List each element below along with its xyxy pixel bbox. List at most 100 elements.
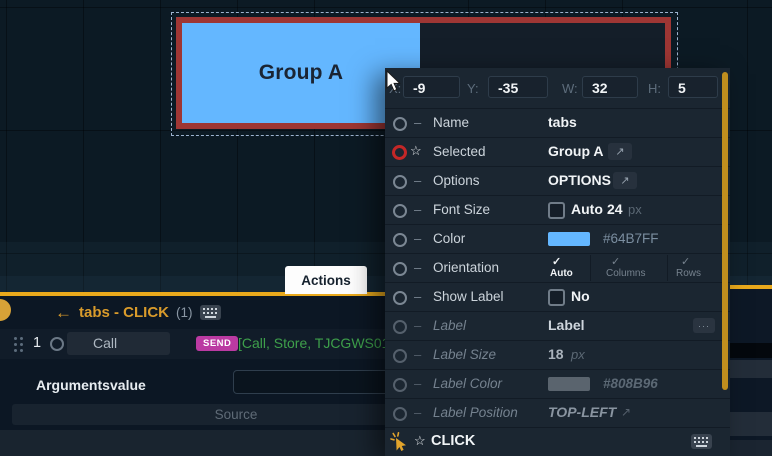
star-icon[interactable]: ☆ <box>414 433 426 449</box>
row-label: Color <box>433 231 465 246</box>
dash-icon: – <box>414 231 421 246</box>
row-selected[interactable]: ☆ Selected Group A ↗ <box>385 137 730 166</box>
grid-line <box>0 7 772 8</box>
step-radio-icon[interactable] <box>50 337 64 351</box>
binding-ring-icon[interactable] <box>393 117 407 131</box>
background-row <box>730 412 772 436</box>
binding-ring-icon[interactable] <box>393 291 407 305</box>
action-type-button[interactable]: Call <box>67 332 170 355</box>
binding-ring-icon[interactable] <box>393 233 407 247</box>
dash-icon: – <box>414 376 421 391</box>
show-label-value: No <box>571 288 590 304</box>
y-label: Y: <box>467 81 479 96</box>
label-position-value[interactable]: TOP-LEFT <box>548 404 616 420</box>
row-label: Label <box>433 318 466 333</box>
link-arrow-icon: ↗ <box>621 405 631 419</box>
show-label-checkbox[interactable] <box>548 289 565 306</box>
row-show-label[interactable]: – Show Label No <box>385 282 730 311</box>
row-label: Options <box>433 173 480 188</box>
click-pointer-icon <box>389 431 409 456</box>
dash-icon: – <box>414 318 421 333</box>
row-color[interactable]: – Color #64B7FF <box>385 224 730 253</box>
app-screen: Group A Actions ← tabs - CLICK (1) 1 Cal… <box>0 0 772 456</box>
color-swatch[interactable] <box>548 232 590 246</box>
row-label-text[interactable]: – Label Label ··· <box>385 311 730 340</box>
auto-checkbox[interactable] <box>548 202 565 219</box>
label-color-swatch[interactable] <box>548 377 590 391</box>
right-edge-strip <box>730 285 772 456</box>
row-click-action[interactable]: ☆ CLICK <box>385 427 730 456</box>
orientation-option-rows[interactable]: ✓ Rows <box>667 255 728 281</box>
breadcrumb: tabs - CLICK <box>79 304 169 321</box>
binding-ring-icon[interactable] <box>393 320 407 334</box>
row-label: Font Size <box>433 202 490 217</box>
name-value[interactable]: tabs <box>548 114 577 130</box>
options-value[interactable]: OPTIONS <box>548 172 611 188</box>
binding-ring-icon[interactable] <box>393 407 407 421</box>
keyboard-icon[interactable] <box>691 434 712 449</box>
row-name[interactable]: – Name tabs <box>385 108 730 137</box>
label-color-hex-value[interactable]: #808B96 <box>603 376 658 391</box>
binding-ring-active-icon[interactable] <box>392 145 407 160</box>
dash-icon: – <box>414 289 421 304</box>
w-label: W: <box>562 81 578 96</box>
actions-tab[interactable]: Actions <box>285 266 367 294</box>
drag-handle-icon[interactable] <box>14 337 17 340</box>
dash-icon: – <box>414 260 421 275</box>
binding-ring-icon[interactable] <box>393 262 407 276</box>
dash-icon: – <box>414 173 421 188</box>
row-font-size[interactable]: – Font Size Auto 24 px <box>385 195 730 224</box>
panel-divider-line <box>730 285 772 289</box>
more-button[interactable]: ··· <box>693 318 715 333</box>
star-icon[interactable]: ☆ <box>410 143 422 159</box>
check-icon: ✓ <box>681 255 690 268</box>
row-label-color[interactable]: – Label Color #808B96 <box>385 369 730 398</box>
tab-group-a-label: Group A <box>259 61 344 85</box>
h-input[interactable]: 5 <box>668 76 718 98</box>
font-size-value[interactable]: 24 <box>607 201 623 217</box>
w-input[interactable]: 32 <box>582 76 638 98</box>
background-row <box>730 360 772 378</box>
click-action-label: CLICK <box>431 433 475 449</box>
send-badge: SEND <box>196 336 238 351</box>
properties-panel: X: -9 Y: -35 W: 32 H: 5 – Name tabs ☆ Se… <box>385 68 730 456</box>
orientation-option-auto[interactable]: ✓ Auto <box>548 255 590 281</box>
h-label: H: <box>648 81 661 96</box>
row-label-size[interactable]: – Label Size 18 px <box>385 340 730 369</box>
keyboard-icon[interactable] <box>200 305 221 320</box>
label-value[interactable]: Label <box>548 317 585 333</box>
row-label: Label Size <box>433 347 496 362</box>
step-number: 1 <box>33 335 41 351</box>
binding-ring-icon[interactable] <box>393 204 407 218</box>
row-label: Label Position <box>433 405 518 420</box>
row-label-position[interactable]: – Label Position TOP-LEFT ↗ <box>385 398 730 427</box>
dash-icon: – <box>414 202 421 217</box>
open-link-button[interactable]: ↗ <box>608 143 632 160</box>
selected-value[interactable]: Group A <box>548 143 603 159</box>
binding-ring-icon[interactable] <box>393 175 407 189</box>
action-editor-header: ← tabs - CLICK (1) <box>55 301 221 323</box>
x-input[interactable]: -9 <box>403 76 460 98</box>
auto-label: Auto <box>571 201 603 217</box>
color-hex-value[interactable]: #64B7FF <box>603 231 659 246</box>
action-count: (1) <box>176 305 193 320</box>
binding-ring-icon[interactable] <box>393 349 407 363</box>
panel-scrollbar[interactable] <box>722 72 728 390</box>
label-size-unit: px <box>571 347 585 362</box>
label-size-value[interactable]: 18 <box>548 346 564 362</box>
background-row <box>730 343 772 358</box>
orientation-option-columns[interactable]: ✓ Columns <box>590 255 668 281</box>
row-label: Orientation <box>433 260 499 275</box>
edge-badge[interactable] <box>0 299 11 321</box>
y-input[interactable]: -35 <box>488 76 548 98</box>
back-arrow-icon[interactable]: ← <box>55 304 72 321</box>
open-link-button[interactable]: ↗ <box>613 172 637 189</box>
binding-ring-icon[interactable] <box>393 378 407 392</box>
arguments-section-label: Arguments <box>36 377 110 393</box>
mouse-cursor <box>386 70 402 98</box>
row-label: Show Label <box>433 289 504 304</box>
background-row <box>730 440 772 456</box>
row-options[interactable]: – Options OPTIONS ↗ <box>385 166 730 195</box>
row-label: Label Color <box>433 376 502 391</box>
row-orientation[interactable]: – Orientation ✓ Auto ✓ Columns ✓ Rows <box>385 253 730 282</box>
